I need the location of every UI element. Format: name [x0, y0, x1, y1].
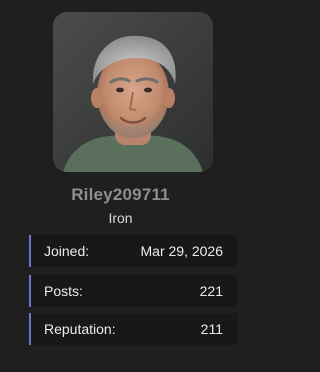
avatar[interactable] [53, 12, 213, 172]
user-rank: Iron [108, 210, 133, 226]
username[interactable]: Riley209711 [0, 185, 241, 205]
avatar-image [53, 12, 213, 172]
stat-row-posts: Posts: 221 [29, 275, 237, 307]
stat-label-posts: Posts: [44, 283, 83, 299]
stat-row-reputation: Reputation: 211 [29, 313, 237, 345]
stat-label-joined: Joined: [44, 243, 90, 259]
stat-value-reputation: 211 [200, 321, 223, 337]
profile-card: Riley209711 Iron Joined: Mar 29, 2026 Po… [0, 0, 241, 372]
stat-label-reputation: Reputation: [44, 321, 116, 337]
stat-row-joined: Joined: Mar 29, 2026 [29, 235, 237, 267]
stat-value-posts: 221 [199, 283, 223, 299]
stat-value-joined: Mar 29, 2026 [140, 243, 224, 259]
